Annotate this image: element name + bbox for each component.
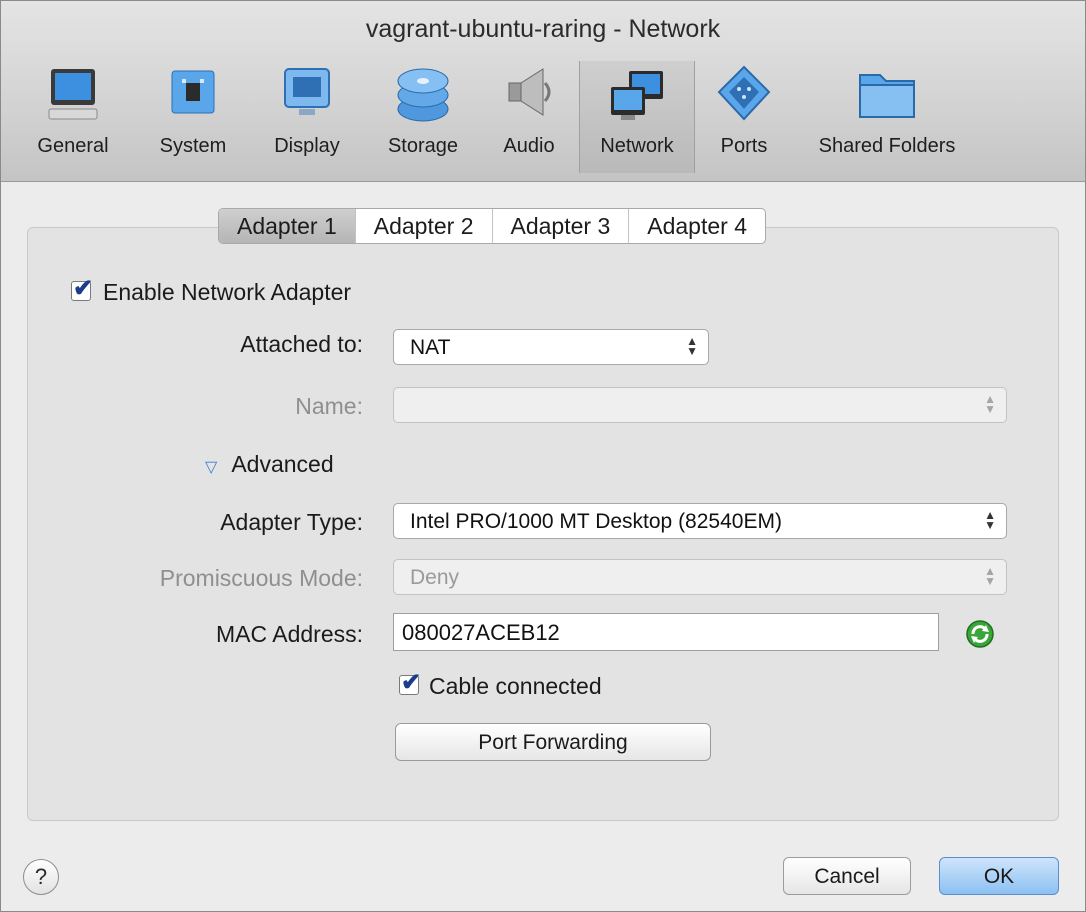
toolbar-label: Shared Folders (818, 135, 956, 157)
toolbar-item-display[interactable]: Display (259, 57, 355, 173)
advanced-label: Advanced (231, 451, 334, 477)
tab-adapter-2[interactable]: Adapter 2 (354, 209, 492, 243)
toolbar-label: System (159, 135, 227, 157)
speaker-icon (508, 68, 551, 116)
popup-arrows-icon: ▲ ▼ (984, 392, 996, 416)
toolbar-label: Audio (503, 135, 555, 157)
tab-adapter-1[interactable]: Adapter 1 (219, 209, 355, 243)
folder-icon (859, 74, 915, 118)
monitor-icon (48, 69, 98, 120)
checkmark-icon: ✔ (73, 275, 94, 302)
cancel-button[interactable]: Cancel (783, 857, 911, 895)
adapter-type-select[interactable]: Intel PRO/1000 MT Desktop (82540EM) ▲ ▼ (393, 503, 1007, 539)
toolbar-item-storage[interactable]: Storage (371, 57, 475, 173)
popup-arrows-icon: ▲ ▼ (686, 334, 698, 358)
mac-address-input[interactable] (394, 614, 927, 652)
cable-connected-checkbox[interactable]: ✔ (399, 669, 421, 696)
toolbar-label: Display (274, 135, 340, 157)
toolbar-label: Storage (387, 135, 459, 157)
enable-adapter-label: Enable Network Adapter (103, 279, 352, 305)
adapter-type-value: Intel PRO/1000 MT Desktop (82540EM) (410, 510, 782, 533)
display-icon (284, 68, 330, 115)
window-title: vagrant-ubuntu-raring - Network (365, 15, 721, 43)
toolbar-item-general[interactable]: General (21, 57, 125, 173)
attached-to-value: NAT (410, 336, 451, 359)
advanced-disclosure[interactable]: ▽ Advanced (205, 451, 334, 478)
adapter-tabs: Adapter 1 Adapter 2 Adapter 3 Adapter 4 (218, 208, 766, 244)
disclosure-triangle-icon: ▽ (205, 459, 218, 476)
disks-icon (397, 68, 449, 122)
ok-button[interactable]: OK (939, 857, 1059, 895)
tab-adapter-3[interactable]: Adapter 3 (491, 209, 629, 243)
settings-toolbar: vagrant-ubuntu-raring - Network General … (1, 1, 1085, 182)
promiscuous-mode-select[interactable]: Deny ▲ ▼ (393, 559, 1007, 595)
serial-port-icon (717, 65, 771, 121)
attached-to-select[interactable]: NAT ▲ ▼ (393, 329, 709, 365)
promiscuous-mode-value: Deny (410, 566, 460, 589)
promiscuous-mode-label: Promiscuous Mode: (159, 565, 363, 591)
checkmark-icon: ✔ (401, 669, 422, 696)
attached-to-label: Attached to: (240, 331, 363, 357)
help-button[interactable]: ? (23, 859, 59, 895)
cable-connected-label: Cable connected (429, 673, 602, 699)
network-icon (611, 71, 663, 120)
toolbar-item-network[interactable]: Network (579, 61, 695, 173)
popup-arrows-icon: ▲ ▼ (984, 508, 996, 532)
port-forwarding-button[interactable]: Port Forwarding (395, 723, 711, 761)
popup-arrows-icon: ▲ ▼ (984, 564, 996, 588)
toolbar-label: Network (600, 135, 674, 157)
name-select[interactable]: ▲ ▼ (393, 387, 1007, 423)
adapter-type-label: Adapter Type: (220, 509, 363, 535)
refresh-mac-icon[interactable] (965, 619, 995, 649)
tab-adapter-4[interactable]: Adapter 4 (628, 209, 765, 243)
toolbar-label: General (37, 135, 109, 157)
name-label: Name: (295, 393, 363, 419)
toolbar-item-system[interactable]: System (145, 57, 241, 173)
mac-address-field[interactable] (393, 613, 939, 652)
chip-icon (171, 70, 215, 114)
toolbar-item-ports[interactable]: Ports (701, 57, 787, 173)
network-settings-window: vagrant-ubuntu-raring - Network General … (0, 0, 1086, 912)
toolbar-item-shared-folders[interactable]: Shared Folders (801, 57, 973, 173)
toolbar-label: Ports (720, 135, 768, 157)
mac-address-label: MAC Address: (216, 621, 363, 647)
enable-adapter-checkbox[interactable]: ✔ (71, 275, 93, 302)
toolbar-item-audio[interactable]: Audio (487, 57, 571, 173)
